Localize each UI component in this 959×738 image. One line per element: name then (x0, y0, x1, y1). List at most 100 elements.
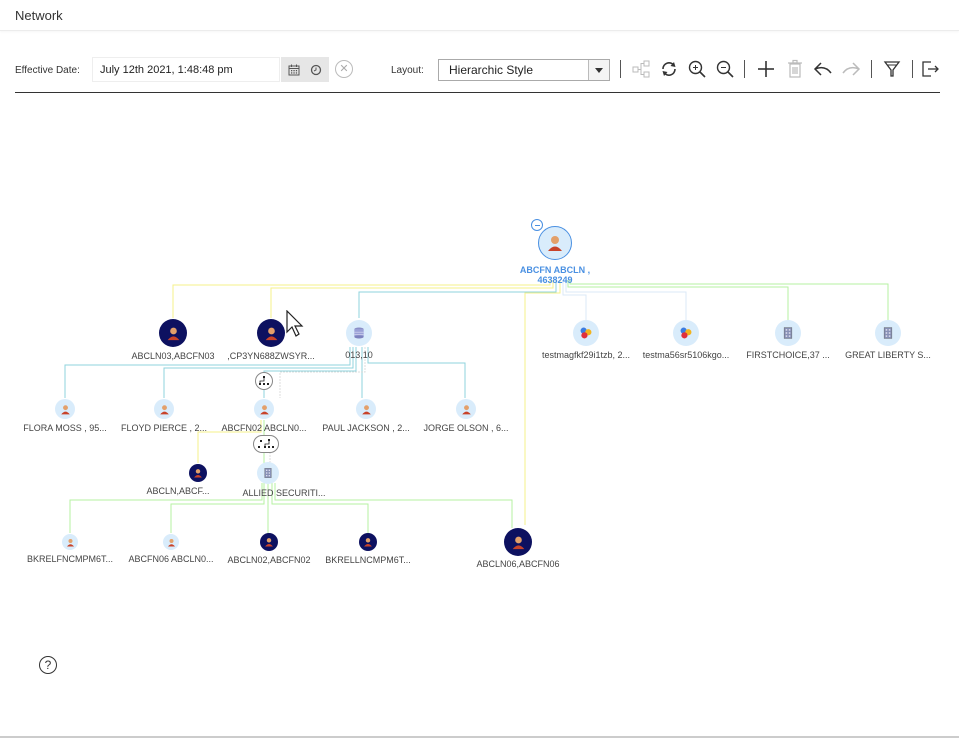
graph-node[interactable] (359, 533, 377, 551)
clear-circle-icon: ✕ (339, 63, 349, 75)
edge (567, 280, 789, 320)
person-icon (548, 236, 562, 251)
zoom-out-button[interactable] (713, 58, 737, 80)
graph-node[interactable] (573, 320, 599, 346)
graph-node-label: FLORA MOSS , 95... (23, 423, 107, 433)
graph-node[interactable] (356, 399, 376, 419)
graph-node[interactable] (55, 399, 75, 419)
graph-node[interactable] (346, 320, 372, 346)
toolbar-divider (871, 60, 872, 78)
graph-node[interactable] (189, 464, 207, 482)
graph-node-label: ABCFN02 ABCLN0... (221, 423, 307, 433)
redo-icon (842, 62, 861, 76)
graph-node[interactable] (775, 320, 801, 346)
toolbar-divider (620, 60, 621, 78)
person-icon (259, 404, 269, 414)
graph-node[interactable] (257, 319, 285, 347)
edge (172, 280, 551, 318)
graph-node-label: ,CP3YN688ZWSYR... (227, 351, 315, 361)
person-icon (361, 404, 371, 414)
person-icon (194, 469, 202, 478)
person-icon (265, 327, 277, 340)
clear-date-button[interactable]: ✕ (335, 60, 353, 78)
graph-node[interactable] (154, 399, 174, 419)
graph-node-label: ABCLN06,ABCFN06 (476, 559, 560, 569)
toolbar-divider (912, 60, 913, 78)
person-icon (265, 538, 273, 547)
edge (524, 280, 561, 525)
building-icon (783, 327, 793, 339)
graph-node-label: ABCLN,ABCF... (146, 486, 210, 496)
export-icon (922, 61, 939, 77)
zoom-out-icon (716, 60, 734, 78)
filter-button[interactable] (881, 58, 903, 80)
redo-button[interactable] (839, 58, 863, 80)
graph-node[interactable] (456, 399, 476, 419)
group-icon (680, 327, 692, 339)
zoom-in-button[interactable] (685, 58, 709, 80)
graph-node[interactable] (673, 320, 699, 346)
graph-node[interactable] (254, 399, 274, 419)
group-toggle-button[interactable] (253, 435, 279, 453)
refresh-button[interactable] (657, 58, 681, 80)
filter-icon (883, 61, 901, 77)
undo-button[interactable] (811, 58, 835, 80)
add-button[interactable] (754, 58, 778, 80)
person-icon (364, 538, 372, 547)
graph-node-label: BKRELFNCMPM6T... (26, 554, 114, 564)
graph-node-label: BKRELLNCMPM6T... (325, 555, 411, 565)
delete-button[interactable] (783, 58, 807, 80)
graph-node-label: ABCLN02,ABCFN02 (227, 555, 311, 565)
graph-node-label: ALLIED SECURITI... (242, 488, 326, 498)
export-button[interactable] (919, 58, 941, 80)
collapse-icon (534, 224, 540, 226)
graph-node[interactable] (62, 534, 78, 550)
collapse-button[interactable] (531, 219, 543, 231)
title-bar: Network (0, 0, 959, 31)
database-icon (354, 327, 364, 339)
graph-node[interactable] (257, 462, 279, 484)
graph-node-label: FIRSTCHOICE,37 ... (746, 350, 830, 360)
org-chart-icon (258, 439, 274, 448)
graph-node-label: JORGE OLSON , 6... (423, 423, 509, 433)
chevron-down-icon[interactable] (588, 60, 609, 80)
graph-node-label: 013,10 (345, 350, 373, 360)
date-picker-buttons (281, 57, 329, 82)
edge (565, 280, 687, 320)
hierarchy-view-button[interactable] (629, 58, 653, 80)
group-toggle-button[interactable] (255, 372, 273, 390)
help-icon: ? (44, 658, 52, 672)
edge (569, 280, 889, 320)
clock-icon[interactable] (307, 61, 325, 79)
graph-node[interactable] (163, 534, 179, 550)
refresh-icon (662, 62, 676, 76)
plus-icon (758, 61, 774, 77)
root-node-name: ABCFN ABCLN , (519, 265, 591, 275)
graph-node-label: FLOYD PIERCE , 2... (120, 423, 208, 433)
calendar-icon[interactable] (285, 61, 303, 79)
graph-node[interactable] (504, 528, 532, 556)
root-node[interactable] (538, 226, 572, 260)
graph-node-label: ABCLN03,ABCFN03 (131, 351, 215, 361)
person-icon (512, 536, 524, 549)
graph-node-label: ABCFN06 ABCLN0... (128, 554, 214, 564)
person-icon (461, 404, 471, 414)
effective-date-input[interactable]: July 12th 2021, 1:48:48 pm (92, 57, 280, 82)
graph-node[interactable] (159, 319, 187, 347)
mouse-cursor (286, 310, 304, 337)
toolbar-divider (744, 60, 745, 78)
edge (367, 347, 466, 398)
window-title: Network (15, 8, 63, 23)
layout-select[interactable]: Hierarchic Style (438, 59, 610, 81)
zoom-in-icon (688, 60, 706, 78)
graph-node[interactable] (875, 320, 901, 346)
person-icon (167, 538, 175, 546)
graph-edges (64, 280, 889, 533)
building-icon (264, 468, 272, 478)
hierarchy-icon (632, 60, 650, 78)
root-node-label: ABCFN ABCLN , 4638249 (505, 265, 605, 285)
graph-node[interactable] (260, 533, 278, 551)
help-button[interactable]: ? (39, 656, 57, 674)
graph-node-label: testmagfkf29i1tzb, 2... (541, 350, 631, 360)
group-icon (580, 327, 592, 339)
